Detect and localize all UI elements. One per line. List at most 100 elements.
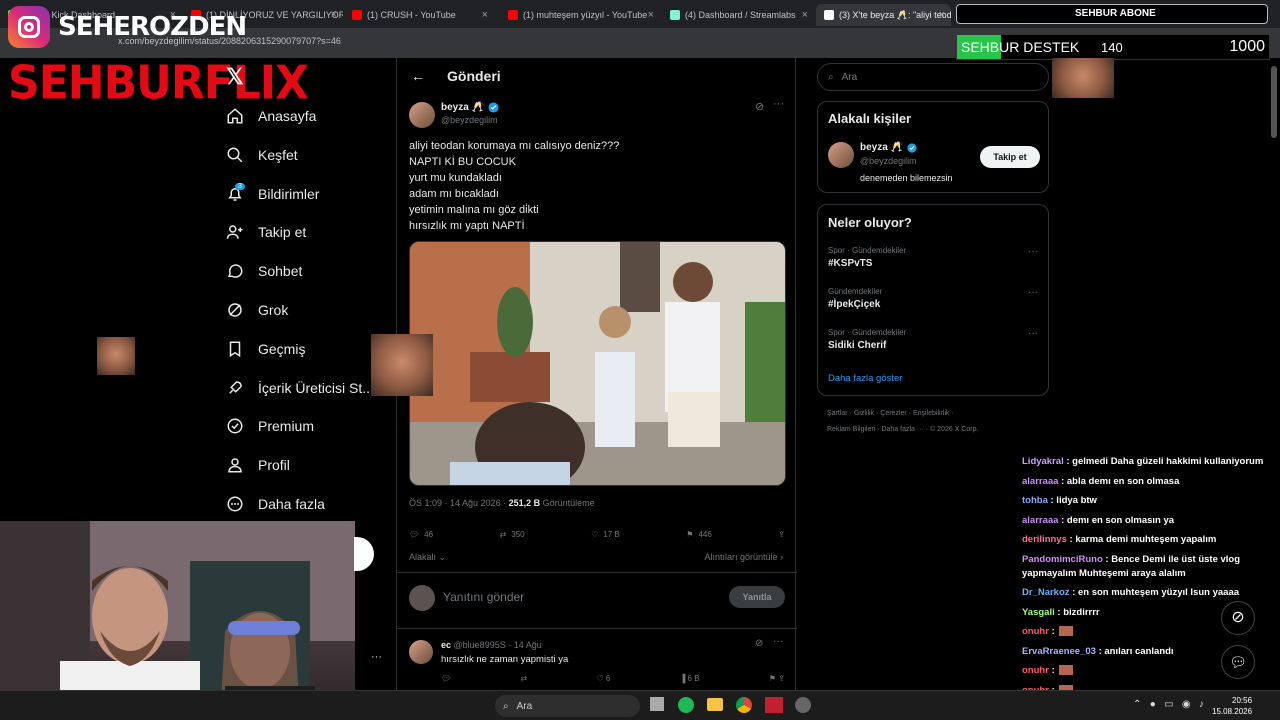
bookmark-action[interactable]: ⚑ 446 — [686, 530, 712, 539]
reply-like-action[interactable]: ♡ 6 — [596, 674, 610, 683]
spotify-icon[interactable] — [678, 697, 694, 713]
reply-reply-action[interactable]: 💬︎ — [441, 674, 451, 683]
reply-bookmark-action[interactable]: ⚑ ⇪ — [769, 674, 785, 683]
messages-button[interactable]: 💬︎ — [1221, 645, 1255, 679]
reply-handle[interactable]: @blue8995S · 14 Ağu — [454, 640, 542, 650]
close-icon[interactable]: × — [648, 9, 654, 21]
grok-icon[interactable]: ⊘ — [755, 100, 764, 113]
sidebar-item[interactable]: Takip et — [226, 220, 306, 244]
chat-username[interactable]: Lidyakral — [1022, 456, 1064, 467]
chat-username[interactable]: onuhr — [1022, 665, 1049, 676]
sidebar-item-label: Profil — [258, 457, 290, 474]
show-more-link[interactable]: Daha fazla göster — [828, 373, 902, 384]
search-box[interactable]: ⌕ Ara — [817, 63, 1049, 91]
tweet-image[interactable] — [409, 241, 786, 486]
close-icon[interactable]: × — [939, 9, 945, 21]
more-options-icon[interactable]: ··· — [773, 636, 783, 647]
related-dropdown[interactable]: Alakalı ⌄ — [409, 552, 446, 563]
trend-category: Gündemdekiler — [828, 287, 883, 296]
trend-more-icon[interactable]: ··· — [1028, 246, 1038, 257]
footer-copyright[interactable]: Reklam Bilgileri · Daha fazla ··· · © 20… — [827, 426, 978, 433]
tweet-line: aliyi teodan korumaya mı calısıyo deniz?… — [409, 140, 620, 152]
search-icon: ⌕ — [828, 71, 834, 83]
sidebar-item-label: Anasayfa — [258, 108, 317, 124]
person-handle[interactable]: @beyzdegilim — [860, 156, 917, 166]
sidebar-item-label: Takip et — [258, 224, 307, 241]
app-icon[interactable] — [795, 697, 811, 713]
reply-views-action[interactable]: ▐ 6 B — [680, 674, 700, 683]
reply-repost-action[interactable]: ⇄ — [520, 674, 527, 683]
page-title: Gönderi — [447, 68, 501, 84]
repost-action[interactable]: ⇄ 350 — [500, 530, 525, 539]
sidebar-item[interactable]: Anasayfa — [226, 104, 316, 128]
sidebar-item[interactable]: Daha fazla — [226, 492, 325, 516]
reply-avatar[interactable] — [409, 640, 433, 664]
chat-username[interactable]: ErvaRraenee_03 — [1022, 646, 1096, 657]
grok-button[interactable]: ⊘ — [1221, 601, 1255, 635]
chat-username[interactable]: Dr_Narkoz — [1022, 587, 1070, 598]
tab-favicon-icon — [670, 10, 680, 20]
browser-tab[interactable]: (3) X'te beyza 🥂: "aliyi teodan × — [816, 4, 951, 26]
browser-tab[interactable]: (1) muhteşem yüzyıl - YouTube × — [500, 4, 660, 26]
share-icon[interactable]: ⇪ — [778, 530, 785, 539]
sidebar-item[interactable]: Profil — [226, 453, 290, 477]
chat-username[interactable]: onuhr — [1022, 626, 1049, 637]
clock-time[interactable]: 20:56 — [1212, 695, 1252, 706]
back-arrow-icon[interactable]: ← — [411, 68, 425, 84]
grok-icon[interactable]: ⊘ — [755, 638, 763, 649]
reply-action[interactable]: 💬︎ 46 — [409, 530, 433, 539]
chat-username[interactable]: Yasgali — [1022, 607, 1055, 618]
clock-date[interactable]: 15.08.2026 — [1212, 706, 1252, 717]
chrome-icon[interactable] — [736, 697, 752, 713]
reply-author[interactable]: ec — [441, 640, 451, 650]
sidebar-item[interactable]: 3 Bildirimler — [226, 182, 319, 206]
sidebar-item[interactable]: Sohbet — [226, 259, 302, 283]
chat-username[interactable]: tohba — [1022, 495, 1048, 506]
quotes-link[interactable]: Alıntıları görüntüle › — [704, 552, 783, 562]
close-icon[interactable]: × — [802, 9, 808, 21]
author-name[interactable]: beyza 🥂 — [441, 102, 484, 113]
browser-tab[interactable]: (1) CRUSH - YouTube × — [344, 4, 494, 26]
more-options-icon[interactable]: ··· — [371, 651, 382, 663]
trend-more-icon[interactable]: ··· — [1028, 287, 1038, 298]
chat-username[interactable]: alarraaa — [1022, 476, 1058, 487]
author-avatar[interactable] — [409, 102, 435, 128]
browser-tab[interactable]: (4) Dashboard / Streamlabs × — [662, 4, 814, 26]
reply-like-count: 6 — [605, 674, 611, 683]
footer-links[interactable]: Şartlar · Gizlilik · Çerezler · Erişileb… — [827, 410, 954, 417]
sidebar-item[interactable]: Geçmiş — [226, 337, 305, 361]
chat-username[interactable]: alarraaa — [1022, 515, 1058, 526]
follow-button[interactable]: Takip et — [980, 146, 1040, 168]
tab-label: (1) muhteşem yüzyıl - YouTube — [523, 10, 648, 20]
close-icon[interactable]: × — [482, 9, 488, 21]
chat-username[interactable]: PandomimciRuno — [1022, 554, 1103, 565]
close-icon[interactable]: × — [331, 9, 337, 21]
reply-button[interactable]: Yanıtla — [729, 586, 785, 608]
more-options-icon[interactable]: ··· — [773, 98, 784, 110]
app-icon[interactable] — [765, 697, 783, 713]
reply-input[interactable]: Yanıtını gönder — [443, 590, 524, 604]
trend-more-icon[interactable]: ··· — [1028, 328, 1038, 339]
chat-username[interactable]: derilinnys — [1022, 534, 1067, 545]
sidebar-item[interactable]: Keşfet — [226, 143, 298, 167]
chat-message: Dr_Narkoz : en son muhteşem yüzyıl lsun … — [1022, 586, 1278, 600]
person-avatar[interactable] — [828, 142, 854, 168]
like-count: 17 B — [603, 530, 620, 539]
tray-icons[interactable]: ⌃ ● ▭ ◉ ♪ — [1133, 699, 1204, 710]
quotes-label: Alıntıları görüntüle — [704, 552, 778, 562]
tweet-line: yetimin malına mı göz di̇kti — [409, 204, 539, 216]
person-name[interactable]: beyza 🥂 — [860, 142, 903, 153]
tweet-text: aliyi teodan korumaya mı calısıyo deniz?… — [409, 138, 619, 234]
x-logo-icon[interactable]: 𝕏 — [226, 64, 244, 90]
sidebar-item[interactable]: Premium — [226, 414, 314, 438]
taskbar-search[interactable]: ⌕ Ara — [495, 695, 640, 717]
like-action[interactable]: ♡ 17 B — [591, 530, 620, 539]
sidebar-item[interactable]: İçerik Üreticisi St... — [226, 376, 374, 400]
scrollbar[interactable] — [1271, 66, 1277, 138]
task-view-icon[interactable] — [650, 697, 664, 711]
folder-icon[interactable] — [707, 698, 723, 711]
author-handle[interactable]: @beyzdegilim — [441, 115, 498, 125]
post-time[interactable]: ÖS 1:09 · 14 Ağu 2026 · — [409, 498, 509, 508]
sidebar-item[interactable]: Grok — [226, 298, 288, 322]
tab-label: (4) Dashboard / Streamlabs — [685, 10, 796, 20]
